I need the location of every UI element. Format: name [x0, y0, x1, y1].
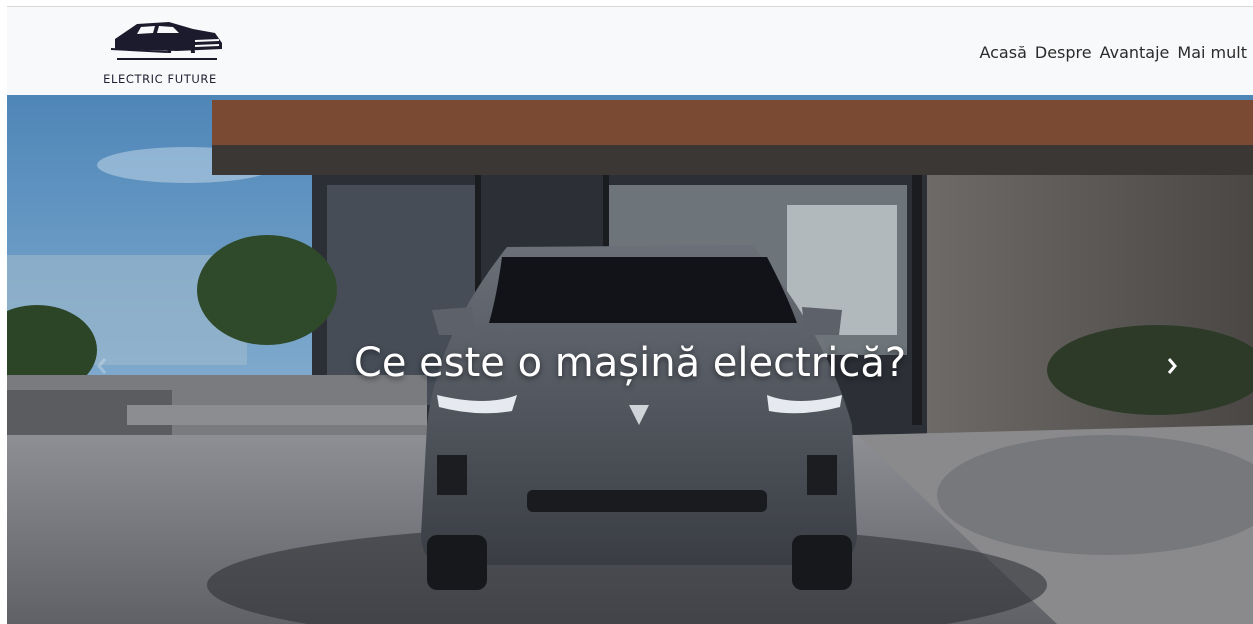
hero-caption: Ce este o mașină electrică? — [353, 340, 907, 386]
nav-item-avantaje[interactable]: Avantaje — [1100, 43, 1170, 62]
carousel-prev-button[interactable] — [87, 351, 117, 381]
nav-item-despre[interactable]: Despre — [1035, 43, 1092, 62]
browser-viewport: ELECTRIC FUTURE Acasă Despre Avantaje Ma… — [7, 7, 1253, 624]
hero-carousel: Ce este o mașină electrică? — [7, 95, 1253, 624]
chevron-left-icon — [97, 358, 107, 374]
brand-name: ELECTRIC FUTURE — [103, 72, 217, 86]
nav-item-acasa[interactable]: Acasă — [979, 43, 1026, 62]
carousel-next-button[interactable] — [1157, 351, 1187, 381]
chevron-right-icon — [1167, 358, 1177, 374]
car-logo-icon — [110, 22, 222, 60]
brand-logo[interactable]: ELECTRIC FUTURE — [85, 19, 235, 89]
main-nav: Acasă Despre Avantaje Mai mult — [971, 43, 1247, 62]
navbar: ELECTRIC FUTURE Acasă Despre Avantaje Ma… — [7, 7, 1253, 95]
nav-item-mai-mult[interactable]: Mai mult — [1177, 43, 1247, 62]
